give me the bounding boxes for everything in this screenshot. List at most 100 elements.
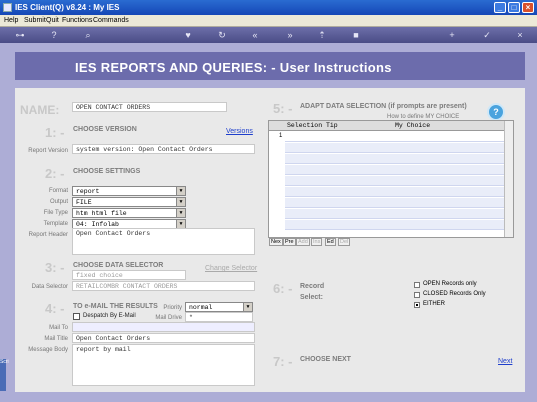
col-my-choice: My Choice [395,122,431,129]
heart-icon[interactable]: ♥ [182,29,194,41]
format-select[interactable]: report ▼ [72,186,186,196]
prev-row-button[interactable]: Pre [283,238,296,246]
menu-submit[interactable]: Submit [24,17,46,24]
section-3-number: 3: - [45,260,65,275]
forward-icon[interactable]: » [284,29,296,41]
output-value: FILE [76,199,92,206]
closed-records-label: CLOSED Records Only [423,291,486,297]
name-field[interactable]: OPEN CONTACT ORDERS [72,102,227,112]
radio-either[interactable] [414,302,420,308]
page-title: IES REPORTS AND QUERIES: - User Instruct… [75,60,392,75]
mail-title-label: Mail Title [44,336,68,342]
maximize-button[interactable]: □ [508,2,520,13]
mail-to-field[interactable] [72,322,255,332]
message-body-field[interactable]: report by mail [72,344,255,386]
col-selection-tip: Selection Tip [287,122,338,129]
despatch-email-label: Despatch By E-Mail [83,313,136,319]
grid-row[interactable] [285,198,505,208]
record-label: Record [300,283,325,290]
chevron-down-icon[interactable]: ▼ [176,209,185,217]
next-row-button[interactable]: Nex [269,238,283,246]
versions-link[interactable]: Versions [226,128,253,135]
section-6-number: 6: - [273,281,293,296]
output-label: Output [49,199,68,205]
grid-row[interactable] [285,187,505,197]
check-icon[interactable]: ✓ [481,29,493,41]
menu-bar: Help Submit Quit Functions Commands [0,15,537,27]
chevron-down-icon[interactable]: ▼ [176,220,185,228]
section-7-number: 7: - [273,354,293,369]
selector-choice-field: fixed choice [72,270,186,280]
format-label: Format [48,188,68,194]
select-label: Select: [300,294,323,301]
add-row-button[interactable]: Add [296,238,310,246]
chevron-down-icon[interactable]: ▼ [243,303,252,311]
add-icon[interactable]: + [446,29,458,41]
format-value: report [76,188,100,195]
grid-header: Selection Tip My Choice [269,121,505,131]
mail-drive-field[interactable]: * [185,312,253,322]
report-version-field[interactable]: system version: Open Contact Orders [72,144,255,154]
sidebar-tab-label: Scri [0,359,9,365]
section-3-title: CHOOSE DATA SELECTOR [73,262,164,269]
next-link[interactable]: Next [498,358,512,365]
change-selector-link[interactable]: Change Selector [205,265,257,272]
radio-closed-records[interactable] [414,292,420,298]
name-label: NAME: [20,103,60,117]
insert-row-button[interactable]: Ins [311,238,323,246]
upload-icon[interactable]: ⇡ [316,29,328,41]
data-selector-label: Data Selector [31,284,68,290]
menu-quit[interactable]: Quit [46,17,59,24]
grid-row[interactable] [285,176,505,186]
close-window-button[interactable]: × [522,2,534,13]
template-label: Template [43,221,68,227]
section-4-title: TO e-MAIL THE RESULTS [73,303,158,310]
sidebar-tab[interactable]: Scri [0,359,9,391]
menu-functions[interactable]: Functions [62,17,92,24]
priority-select[interactable]: normal ▼ [185,302,253,312]
key-icon[interactable]: ⊶ [10,29,30,41]
chevron-down-icon[interactable]: ▼ [176,187,185,195]
refresh-icon[interactable]: ↻ [216,29,228,41]
minimize-button[interactable]: _ [494,2,506,13]
data-selector-field: RETAILCOMBR CONTACT ORDERS [72,281,255,291]
grid-row[interactable] [285,143,505,153]
section-7-title: CHOOSE NEXT [300,356,351,363]
grid-row[interactable] [285,132,505,142]
delete-row-button[interactable]: Del [338,238,351,246]
section-1-title: CHOOSE VERSION [73,126,137,133]
mail-to-label: Mail To [49,325,68,331]
priority-label: Priority [163,305,182,311]
priority-value: normal [189,304,213,311]
row-number: 1 [279,133,283,139]
output-select[interactable]: FILE ▼ [72,197,186,207]
close-icon[interactable]: × [514,29,526,41]
search-icon[interactable]: ⌕ [82,29,94,41]
menu-commands[interactable]: Commands [93,17,129,24]
window-title: IES Client(Q) v8.24 : My IES [15,3,120,12]
stop-icon[interactable]: ■ [350,29,362,41]
file-type-select[interactable]: htm html file ▼ [72,208,186,218]
rewind-icon[interactable]: « [249,29,261,41]
either-label: EITHER [423,301,446,307]
edit-row-button[interactable]: Ed [325,238,336,246]
report-header-field[interactable]: Open Contact Orders [72,228,255,255]
mail-title-field[interactable]: Open Contact Orders [72,333,255,343]
grid-row[interactable] [285,209,505,219]
toolbar: ⊶ ? ⌕ ♥ ↻ « » ⇡ ■ + ✓ × [0,27,537,43]
section-5-number: 5: - [273,101,293,116]
mail-drive-label: Mail Drive [155,315,182,321]
section-1-number: 1: - [45,125,65,140]
help-icon[interactable]: ? [48,29,60,41]
despatch-email-checkbox[interactable] [73,313,80,320]
menu-help[interactable]: Help [4,17,18,24]
app-icon [3,3,12,12]
selection-grid[interactable]: Selection Tip My Choice 1 [268,120,514,238]
help-icon[interactable]: ? [487,103,505,121]
grid-row[interactable] [285,154,505,164]
grid-row[interactable] [285,220,505,230]
radio-open-records[interactable] [414,282,420,288]
chevron-down-icon[interactable]: ▼ [176,198,185,206]
grid-scrollbar[interactable] [504,121,513,237]
grid-row[interactable] [285,165,505,175]
